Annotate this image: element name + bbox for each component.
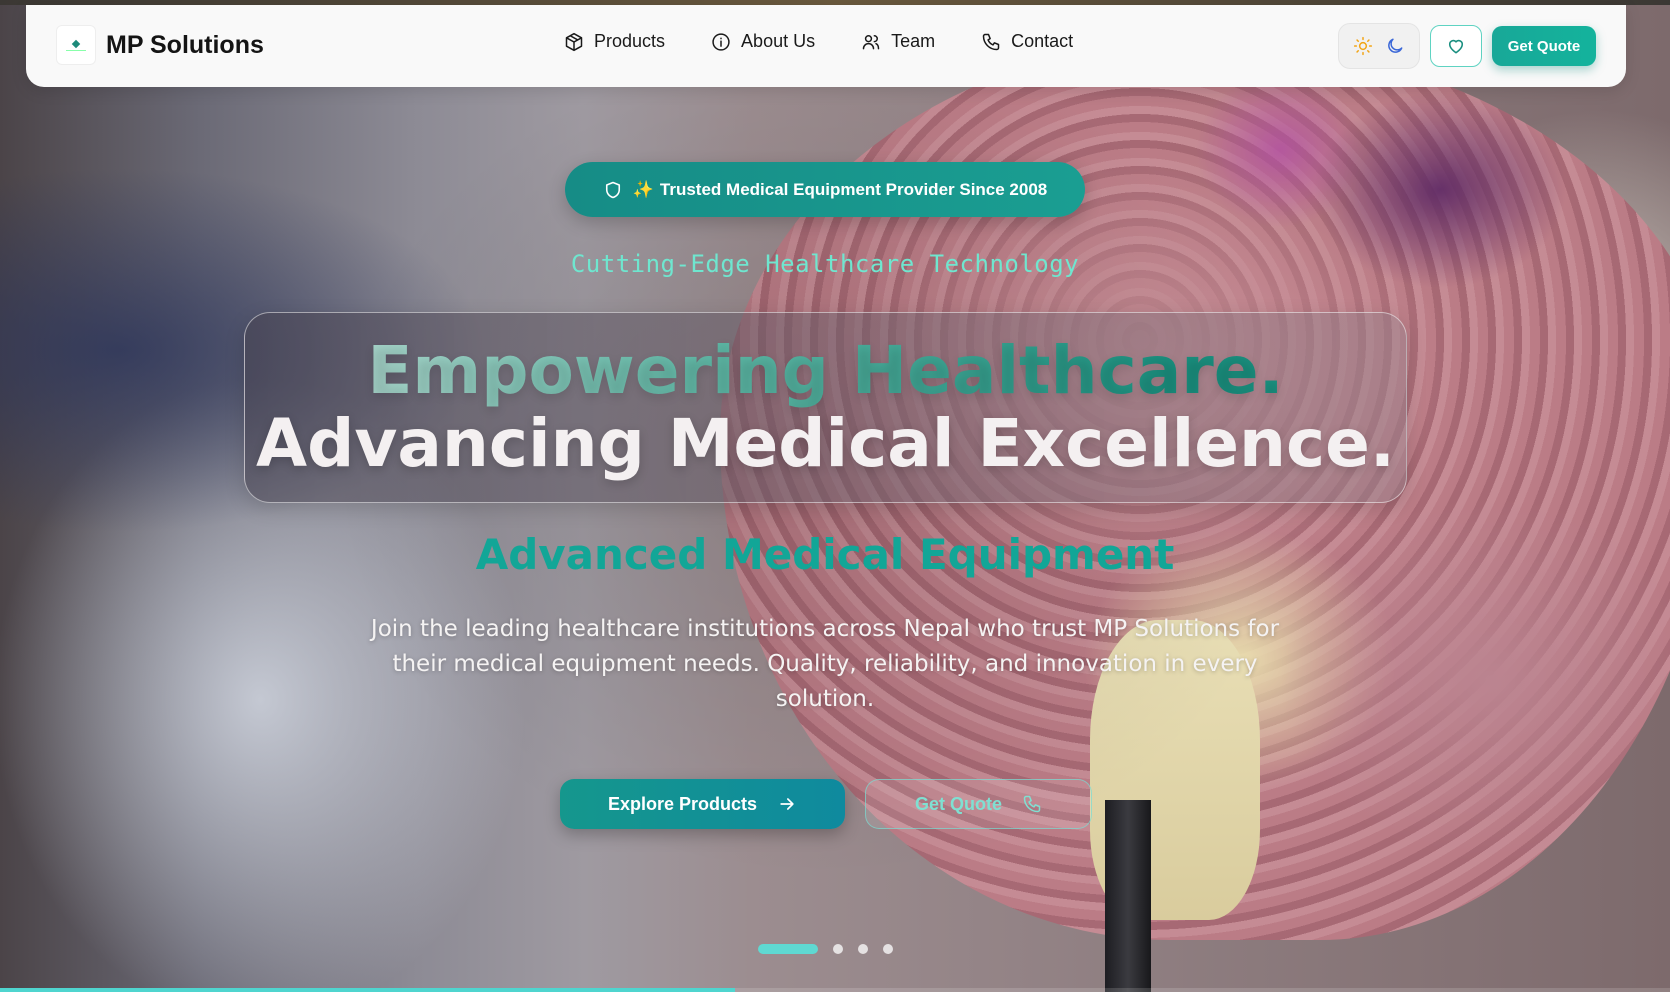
hero-subtitle: Cutting-Edge Healthcare Technology: [570, 250, 1080, 278]
sun-icon[interactable]: [1353, 36, 1373, 56]
headline-line-1: Empowering Healthcare.: [244, 332, 1407, 409]
brand[interactable]: MP Solutions: [56, 25, 264, 65]
logo: [56, 25, 96, 65]
headline-line-2: Advancing Medical Excellence.: [256, 405, 1395, 482]
nav-item-about[interactable]: About Us: [711, 31, 815, 52]
sparkles-icon: ✨: [632, 179, 654, 199]
explore-products-button[interactable]: Explore Products: [560, 779, 845, 829]
carousel-dot[interactable]: [833, 944, 843, 954]
package-icon: [565, 32, 583, 51]
navbar: MP Solutions Products About Us Team Cont…: [26, 5, 1626, 87]
moon-icon[interactable]: [1385, 36, 1405, 56]
carousel-dots: [758, 944, 908, 954]
phone-icon: [1023, 795, 1041, 813]
shield-icon: [605, 181, 620, 198]
get-quote-hero-button[interactable]: Get Quote: [865, 779, 1092, 829]
nav-item-contact[interactable]: Contact: [981, 31, 1073, 52]
get-quote-label: Get Quote: [914, 793, 1002, 814]
nav-item-team[interactable]: Team: [861, 31, 935, 52]
nav-item-label: Contact: [1011, 31, 1074, 51]
nav-item-label: Team: [891, 31, 936, 51]
brand-name: MP Solutions: [106, 30, 264, 59]
nav-item-products[interactable]: Products: [564, 31, 665, 52]
nav-item-label: About Us: [741, 31, 816, 51]
hero-tagline: Advanced Medical Equipment: [475, 530, 1175, 579]
carousel-dot[interactable]: [883, 944, 893, 954]
slide-progress-bar: [0, 988, 735, 992]
trust-badge: ✨ Trusted Medical Equipment Provider Sin…: [565, 162, 1085, 217]
nav-item-label: Products: [594, 31, 666, 51]
phone-icon: [982, 33, 1000, 50]
theme-toggle[interactable]: [1338, 23, 1420, 69]
carousel-dot[interactable]: [758, 944, 818, 954]
arrow-right-icon: [780, 798, 794, 810]
explore-products-label: Explore Products: [607, 793, 758, 814]
logo-mark-icon: [66, 41, 86, 51]
badge-text: Trusted Medical Equipment Provider Since…: [659, 179, 1048, 199]
heart-icon: [1448, 39, 1464, 54]
carousel-dot[interactable]: [858, 944, 868, 954]
hero-description: Join the leading healthcare institutions…: [370, 616, 1280, 712]
favorites-button[interactable]: [1430, 25, 1482, 67]
nav-links: Products About Us Team Contact: [564, 31, 1073, 52]
users-icon: [862, 34, 880, 49]
info-icon: [712, 32, 730, 51]
get-quote-nav-button[interactable]: Get Quote: [1492, 26, 1596, 66]
